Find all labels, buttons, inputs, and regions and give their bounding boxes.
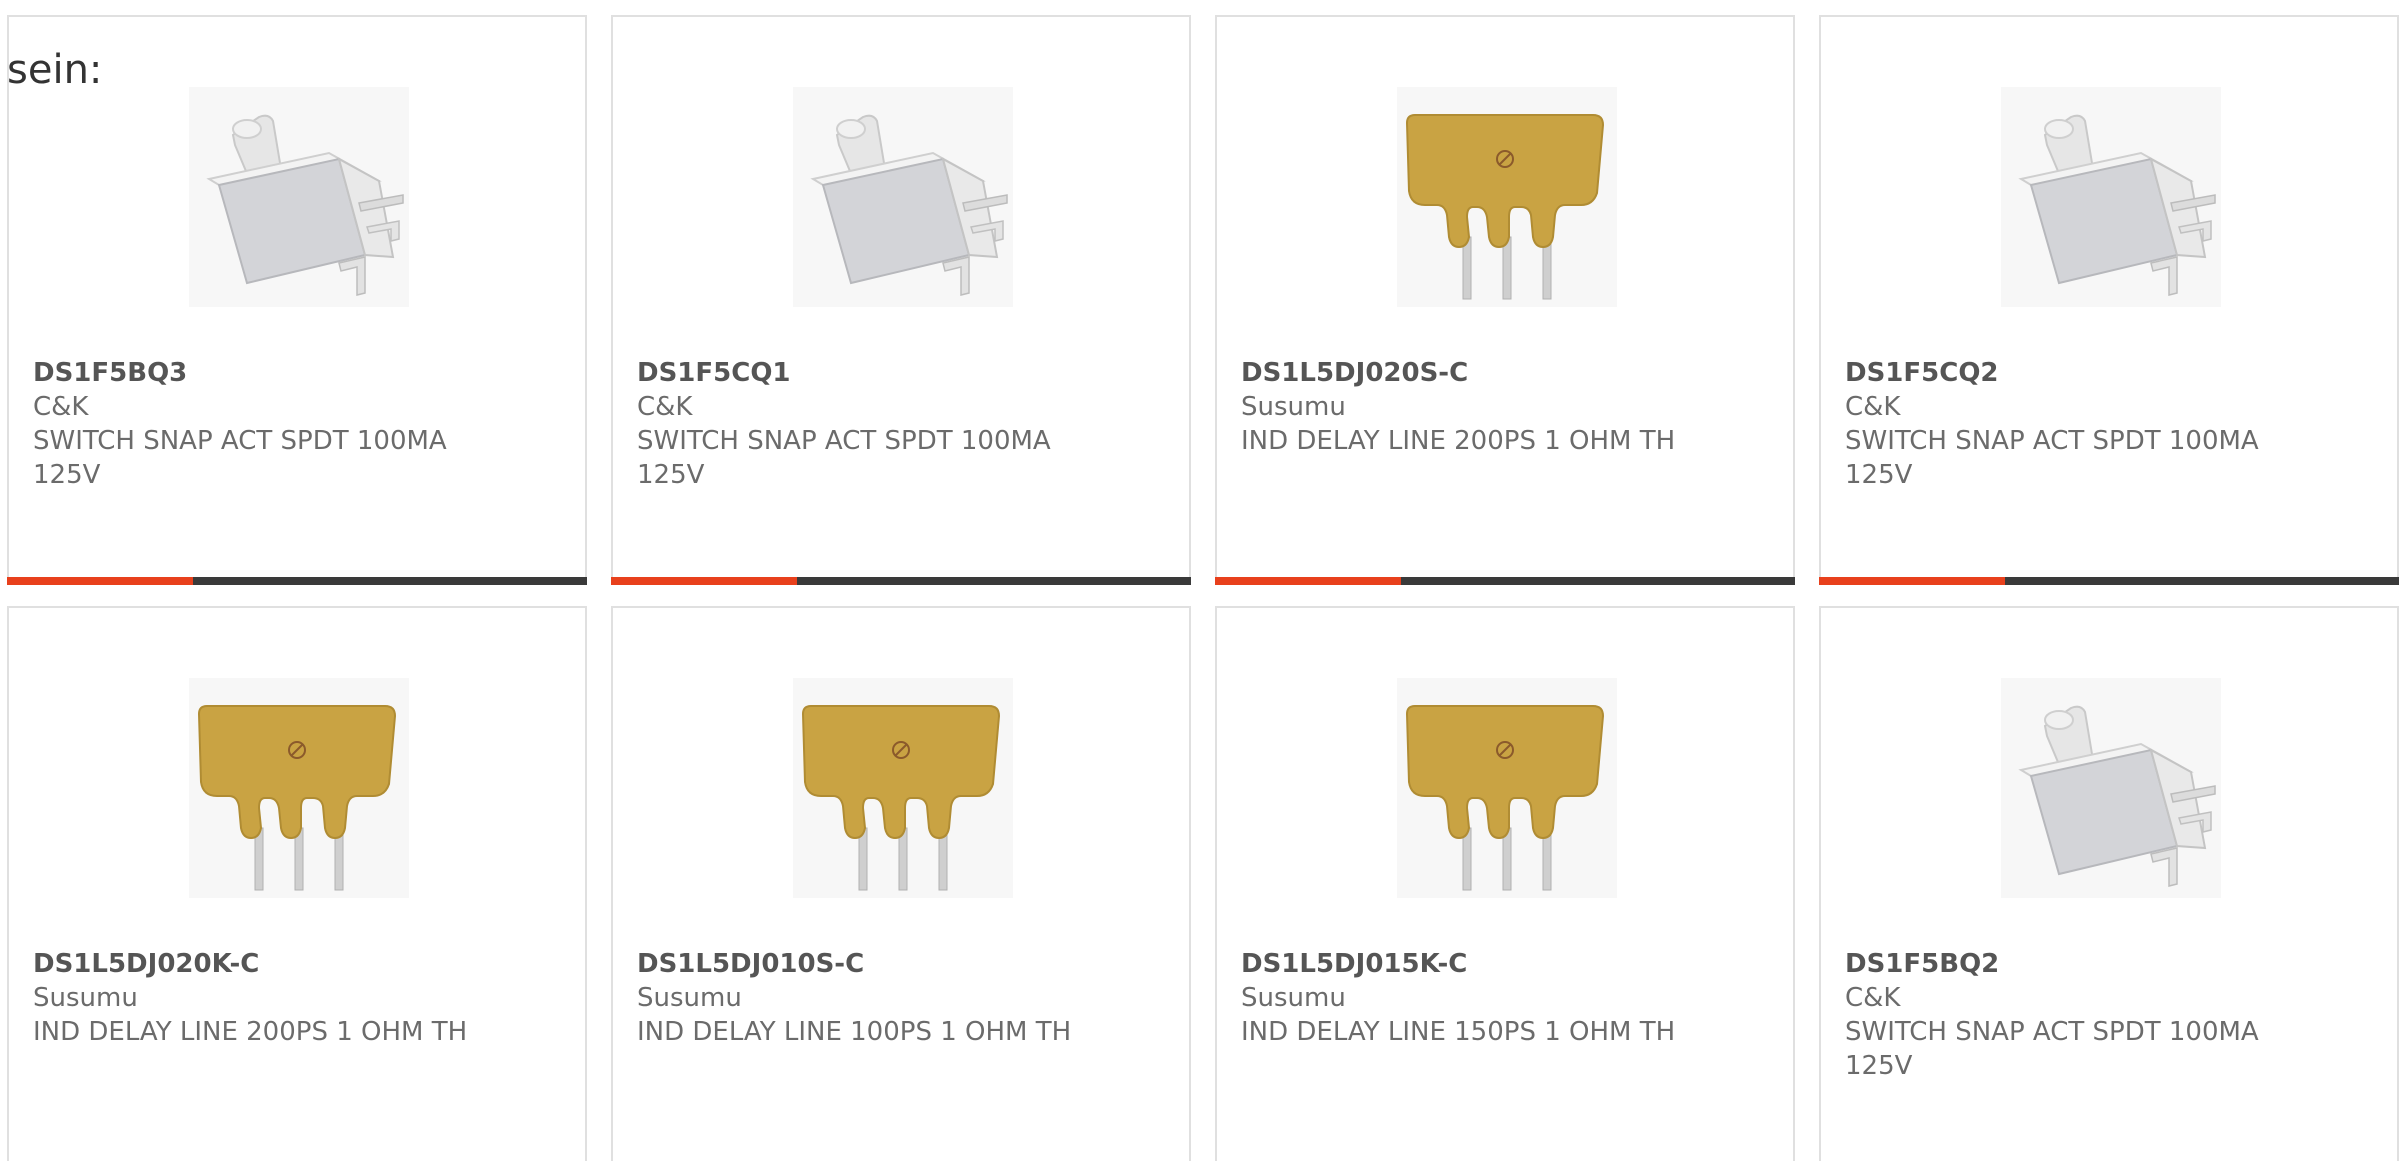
product-card[interactable]: DS1L5DJ020S-C Susumu IND DELAY LINE 200P… — [1215, 15, 1795, 585]
delay-line-image — [1397, 678, 1617, 898]
product-card[interactable]: DS1L5DJ020K-C Susumu IND DELAY LINE 200P… — [7, 606, 587, 1161]
description: IND DELAY LINE 200PS 1 OHM TH — [1241, 426, 1676, 456]
delay-line-image — [1397, 87, 1617, 307]
manufacturer: C&K — [1845, 983, 1901, 1013]
product-card[interactable]: DS1F5BQ2 C&K SWITCH SNAP ACT SPDT 100MA … — [1819, 606, 2399, 1161]
product-image[interactable] — [189, 87, 409, 307]
part-number[interactable]: DS1F5BQ3 — [33, 356, 493, 390]
snap-switch-image — [189, 87, 409, 307]
card-progress-fill — [1819, 577, 2005, 585]
card-progress-fill — [1215, 577, 1401, 585]
description: IND DELAY LINE 200PS 1 OHM TH — [33, 1017, 468, 1047]
product-card[interactable]: DS1F5CQ2 C&K SWITCH SNAP ACT SPDT 100MA … — [1819, 15, 2399, 585]
product-image[interactable] — [1397, 678, 1617, 898]
intro-text: sein: — [7, 47, 103, 93]
product-image[interactable] — [1397, 87, 1617, 307]
product-info: DS1L5DJ010S-C Susumu IND DELAY LINE 100P… — [637, 947, 1097, 1049]
product-grid-page: sein: DS1F5BQ3 C&K SWITCH SNAP ACT SPDT … — [0, 0, 2400, 1161]
description: SWITCH SNAP ACT SPDT 100MA 125V — [33, 426, 447, 490]
delay-line-image — [189, 678, 409, 898]
card-progress-bar — [1215, 577, 1795, 585]
part-number[interactable]: DS1F5CQ2 — [1845, 356, 2305, 390]
description: SWITCH SNAP ACT SPDT 100MA 125V — [1845, 1017, 2259, 1081]
product-image[interactable] — [793, 87, 1013, 307]
product-card[interactable]: DS1L5DJ010S-C Susumu IND DELAY LINE 100P… — [611, 606, 1191, 1161]
snap-switch-image — [2001, 87, 2221, 307]
product-info: DS1L5DJ020K-C Susumu IND DELAY LINE 200P… — [33, 947, 493, 1049]
part-number[interactable]: DS1L5DJ015K-C — [1241, 947, 1701, 981]
product-info: DS1L5DJ015K-C Susumu IND DELAY LINE 150P… — [1241, 947, 1701, 1049]
description: SWITCH SNAP ACT SPDT 100MA 125V — [1845, 426, 2259, 490]
product-info: DS1L5DJ020S-C Susumu IND DELAY LINE 200P… — [1241, 356, 1701, 458]
card-progress-bar — [1819, 577, 2399, 585]
card-progress-bar — [7, 577, 587, 585]
snap-switch-image — [2001, 678, 2221, 898]
card-progress-fill — [7, 577, 193, 585]
manufacturer: C&K — [637, 392, 693, 422]
product-card[interactable]: DS1L5DJ015K-C Susumu IND DELAY LINE 150P… — [1215, 606, 1795, 1161]
product-info: DS1F5BQ2 C&K SWITCH SNAP ACT SPDT 100MA … — [1845, 947, 2305, 1083]
product-image[interactable] — [189, 678, 409, 898]
product-grid: DS1F5BQ3 C&K SWITCH SNAP ACT SPDT 100MA … — [7, 15, 2399, 1161]
description: IND DELAY LINE 100PS 1 OHM TH — [637, 1017, 1072, 1047]
product-info: DS1F5BQ3 C&K SWITCH SNAP ACT SPDT 100MA … — [33, 356, 493, 492]
description: IND DELAY LINE 150PS 1 OHM TH — [1241, 1017, 1676, 1047]
part-number[interactable]: DS1L5DJ010S-C — [637, 947, 1097, 981]
manufacturer: C&K — [33, 392, 89, 422]
product-info: DS1F5CQ2 C&K SWITCH SNAP ACT SPDT 100MA … — [1845, 356, 2305, 492]
part-number[interactable]: DS1L5DJ020S-C — [1241, 356, 1701, 390]
description: SWITCH SNAP ACT SPDT 100MA 125V — [637, 426, 1051, 490]
part-number[interactable]: DS1L5DJ020K-C — [33, 947, 493, 981]
card-progress-bar — [611, 577, 1191, 585]
card-progress-fill — [611, 577, 797, 585]
snap-switch-image — [793, 87, 1013, 307]
part-number[interactable]: DS1F5BQ2 — [1845, 947, 2305, 981]
product-image[interactable] — [2001, 87, 2221, 307]
product-image[interactable] — [793, 678, 1013, 898]
product-info: DS1F5CQ1 C&K SWITCH SNAP ACT SPDT 100MA … — [637, 356, 1097, 492]
part-number[interactable]: DS1F5CQ1 — [637, 356, 1097, 390]
product-card[interactable]: DS1F5CQ1 C&K SWITCH SNAP ACT SPDT 100MA … — [611, 15, 1191, 585]
manufacturer: Susumu — [1241, 392, 1346, 422]
manufacturer: Susumu — [637, 983, 742, 1013]
delay-line-image — [793, 678, 1013, 898]
manufacturer: C&K — [1845, 392, 1901, 422]
manufacturer: Susumu — [1241, 983, 1346, 1013]
manufacturer: Susumu — [33, 983, 138, 1013]
product-card[interactable]: DS1F5BQ3 C&K SWITCH SNAP ACT SPDT 100MA … — [7, 15, 587, 585]
product-image[interactable] — [2001, 678, 2221, 898]
